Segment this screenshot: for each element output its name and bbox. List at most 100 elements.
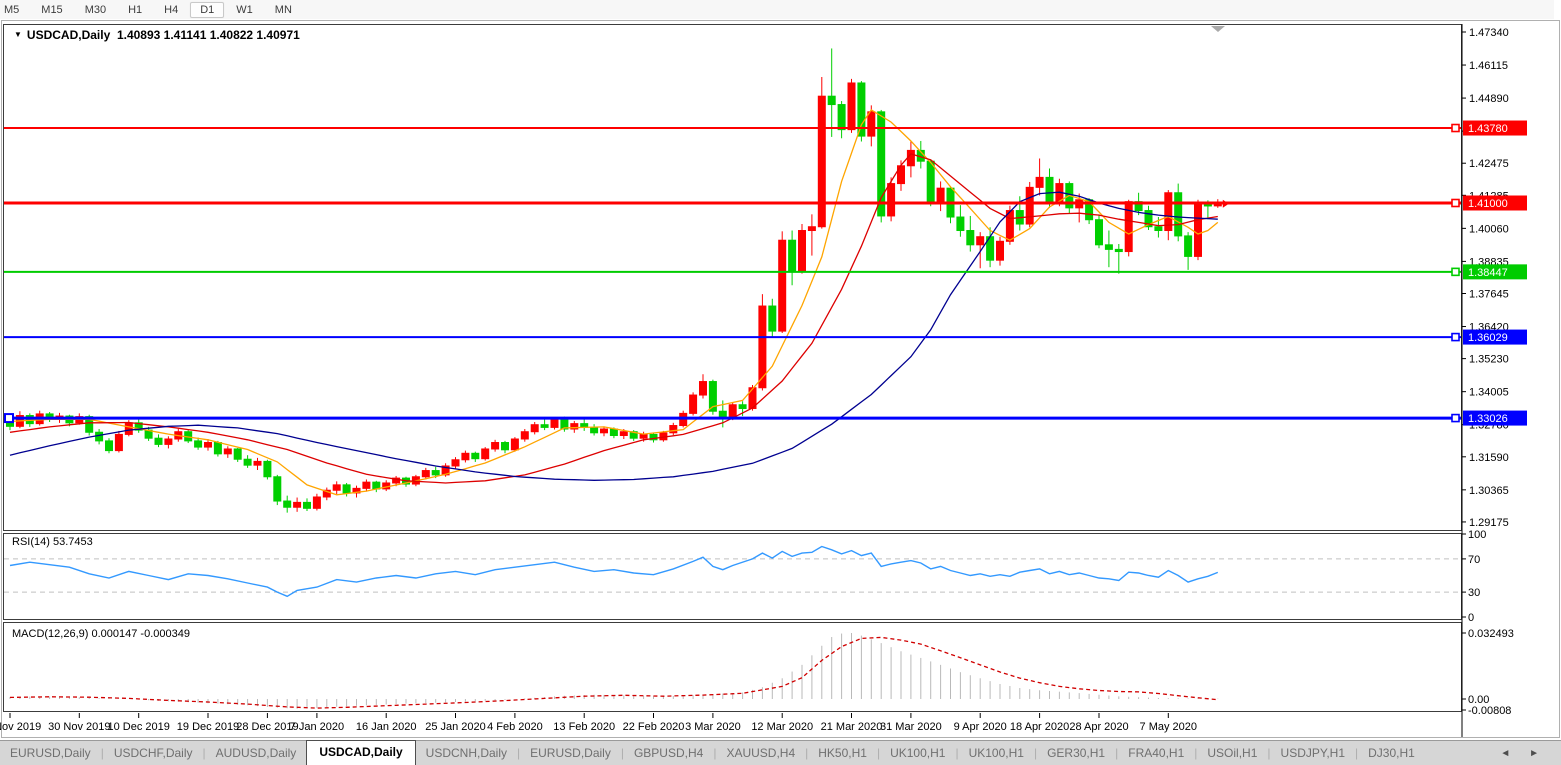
candle-up [1026, 187, 1033, 224]
tab-eurusd-daily[interactable]: EURUSD,Daily [520, 742, 621, 765]
candle-down [284, 501, 291, 507]
timeframe-button-mn[interactable]: MN [265, 2, 302, 18]
candle-up [888, 184, 895, 216]
hline-handle[interactable] [1452, 268, 1459, 275]
candle-up [640, 434, 647, 438]
candle-down [155, 438, 162, 444]
candle-up [700, 382, 707, 395]
candle-up [848, 83, 855, 130]
date-axis-label: 7 May 2020 [1140, 721, 1197, 733]
hline-handle[interactable] [1452, 125, 1459, 132]
candle-up [799, 231, 806, 271]
candle-up [462, 453, 469, 459]
tab-gbpusd-h4[interactable]: GBPUSD,H4 [624, 742, 713, 765]
candle-down [432, 471, 439, 475]
date-axis-label: 21 Nov 2019 [0, 721, 41, 733]
candle-up [165, 439, 172, 444]
chevron-down-icon[interactable]: ▼ [14, 30, 22, 39]
main-price-panel [4, 25, 1462, 531]
rsi-label: RSI(14) 53.7453 [12, 536, 93, 548]
candle-up [205, 443, 212, 448]
hline-handle[interactable] [1452, 334, 1459, 341]
candle-up [690, 395, 697, 413]
candle-up [452, 460, 459, 466]
hline-handle[interactable] [5, 414, 13, 422]
hline-handle[interactable] [1452, 200, 1459, 207]
date-axis-label: 18 Apr 2020 [1010, 721, 1069, 733]
tab-uk100-h1[interactable]: UK100,H1 [880, 742, 955, 765]
candle-down [838, 105, 845, 130]
candle-up [808, 227, 815, 231]
tab-scroll-arrows[interactable]: ◄ ► [1500, 748, 1561, 765]
tab-usdchf-daily[interactable]: USDCHF,Daily [104, 742, 203, 765]
candle-up [601, 429, 608, 433]
candle-up [907, 150, 914, 165]
rsi-axis-label: 100 [1468, 529, 1486, 541]
candle-down [927, 161, 934, 201]
tab-usdcnh-daily[interactable]: USDCNH,Daily [416, 742, 517, 765]
candle-down [274, 477, 281, 501]
timeframe-button-d1[interactable]: D1 [190, 2, 224, 18]
rsi-axis-label: 0 [1468, 612, 1474, 624]
candle-down [957, 217, 964, 230]
tab-usoil-h1[interactable]: USOil,H1 [1197, 742, 1267, 765]
price-axis-label: 1.47340 [1469, 27, 1509, 39]
tab-hk50-h1[interactable]: HK50,H1 [808, 742, 877, 765]
candle-down [769, 306, 776, 331]
tab-usdcad-daily[interactable]: USDCAD,Daily [306, 740, 415, 765]
candle-down [591, 427, 598, 432]
symbol-period-label: USDCAD,Daily [27, 28, 110, 42]
candle-down [264, 461, 271, 476]
candle-down [304, 502, 311, 508]
candle-up [363, 482, 370, 488]
candle-down [96, 432, 103, 441]
tab-xauusd-h4[interactable]: XAUUSD,H4 [716, 742, 805, 765]
candle-up [115, 434, 122, 450]
tab-ger30-h1[interactable]: GER30,H1 [1037, 742, 1115, 765]
timeframe-button-w1[interactable]: W1 [226, 2, 263, 18]
candle-up [670, 426, 677, 433]
candle-down [502, 443, 509, 450]
candle-down [195, 441, 202, 447]
candle-down [967, 231, 974, 245]
candle-up [482, 449, 489, 459]
candle-down [1096, 220, 1103, 245]
chart-svg[interactable]: MACD(12,26,9) 0.000147 -0.0003490.032493… [0, 19, 1561, 740]
macd-label: MACD(12,26,9) 0.000147 -0.000349 [12, 628, 190, 640]
candle-up [937, 188, 944, 201]
candle-down [1155, 227, 1162, 231]
candle-up [313, 497, 320, 508]
candle-up [294, 502, 301, 507]
chart-window: ▼USDCAD,Daily 1.40893 1.41141 1.40822 1.… [0, 19, 1561, 740]
candle-down [472, 453, 479, 458]
timeframe-button-h1[interactable]: H1 [118, 2, 152, 18]
price-axis-label: 1.44890 [1469, 93, 1509, 105]
tab-uk100-h1[interactable]: UK100,H1 [959, 742, 1034, 765]
candle-down [214, 443, 221, 454]
timeframe-button-m5[interactable]: M5 [0, 2, 29, 18]
hline-price-badge-text: 1.43780 [1468, 123, 1508, 135]
timeframe-button-h4[interactable]: H4 [154, 2, 188, 18]
tab-audusd-daily[interactable]: AUDUSD,Daily [206, 742, 307, 765]
tab-usdjpy-h1[interactable]: USDJPY,H1 [1271, 742, 1355, 765]
candle-up [729, 405, 736, 418]
candle-up [333, 485, 340, 490]
hline-handle[interactable] [1452, 415, 1459, 422]
hline-price-badge-text: 1.36029 [1468, 332, 1508, 344]
tab-dj30-h1[interactable]: DJ30,H1 [1358, 742, 1425, 765]
date-axis-label: 4 Feb 2020 [487, 721, 543, 733]
candle-up [868, 112, 875, 136]
tab-fra40-h1[interactable]: FRA40,H1 [1118, 742, 1194, 765]
candle-down [828, 96, 835, 104]
candle-down [1115, 249, 1122, 251]
date-axis-label: 13 Feb 2020 [553, 721, 615, 733]
timeframe-button-m30[interactable]: M30 [75, 2, 116, 18]
date-axis-label: 22 Feb 2020 [623, 721, 685, 733]
tab-eurusd-daily[interactable]: EURUSD,Daily [0, 742, 101, 765]
candle-up [977, 237, 984, 245]
date-axis-label: 25 Jan 2020 [425, 721, 486, 733]
candle-up [818, 96, 825, 227]
timeframe-button-m15[interactable]: M15 [31, 2, 72, 18]
candle-up [531, 425, 538, 432]
hline-price-badge-text: 1.41000 [1468, 198, 1508, 210]
